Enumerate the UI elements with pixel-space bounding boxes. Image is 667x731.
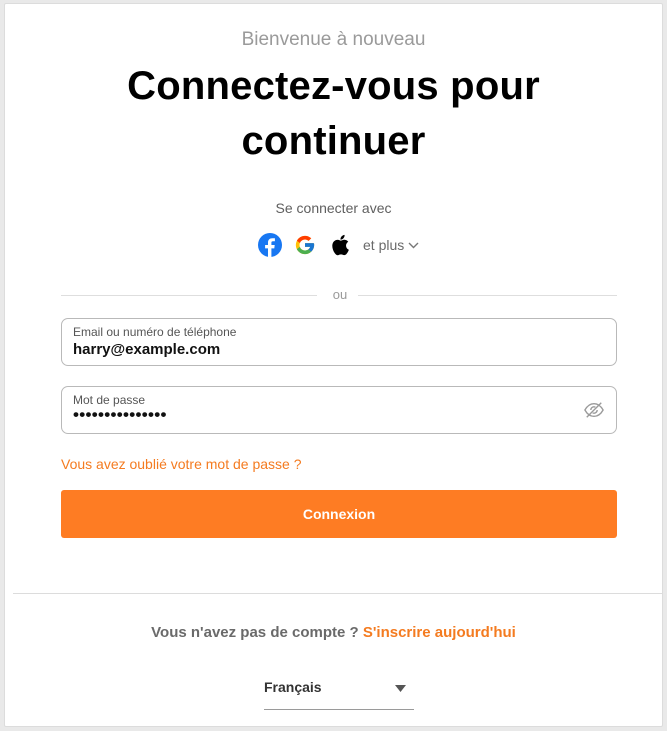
- page-title: Connectez-vous pour continuer: [5, 59, 662, 169]
- facebook-login-button[interactable]: [257, 232, 283, 258]
- forgot-password-link[interactable]: Vous avez oublié votre mot de passe ?: [61, 456, 301, 472]
- title-line-1: Connectez-vous pour: [127, 64, 540, 108]
- no-account-text: Vous n'avez pas de compte ?: [151, 624, 359, 641]
- or-divider: ou: [61, 287, 617, 303]
- email-field-label: Email ou numéro de téléphone: [73, 325, 237, 339]
- signup-prompt: Vous n'avez pas de compte ? S'inscrire a…: [5, 624, 662, 641]
- apple-login-button[interactable]: [327, 232, 353, 258]
- social-login-row: et plus: [257, 230, 419, 260]
- password-field-value[interactable]: •••••••••••••••: [73, 405, 167, 425]
- social-login-label: Se connecter avec: [275, 200, 392, 216]
- login-button[interactable]: Connexion: [61, 490, 617, 538]
- signup-link[interactable]: S'inscrire aujourd'hui: [363, 624, 516, 641]
- caret-down-icon: [395, 685, 406, 692]
- email-field[interactable]: Email ou numéro de téléphone harry@examp…: [61, 318, 617, 366]
- chevron-down-icon: [408, 242, 419, 248]
- more-providers-dropdown[interactable]: et plus: [363, 237, 419, 253]
- login-card: Bienvenue à nouveau Connectez-vous pour …: [4, 3, 663, 727]
- google-login-button[interactable]: [292, 232, 318, 258]
- welcome-text: Bienvenue à nouveau: [241, 29, 426, 50]
- facebook-icon: [258, 233, 282, 257]
- eye-off-icon[interactable]: [583, 400, 605, 420]
- divider-line-left: [61, 295, 317, 296]
- footer-separator: [13, 593, 663, 594]
- more-providers-label: et plus: [363, 237, 405, 253]
- divider-line-right: [358, 295, 617, 296]
- password-field[interactable]: Mot de passe •••••••••••••••: [61, 386, 617, 434]
- apple-icon: [332, 234, 349, 256]
- language-select[interactable]: Français: [264, 677, 414, 710]
- email-field-value[interactable]: harry@example.com: [73, 341, 220, 358]
- title-line-2: continuer: [241, 119, 426, 163]
- or-text: ou: [332, 287, 348, 302]
- google-icon: [295, 235, 315, 255]
- language-select-value: Français: [264, 679, 322, 695]
